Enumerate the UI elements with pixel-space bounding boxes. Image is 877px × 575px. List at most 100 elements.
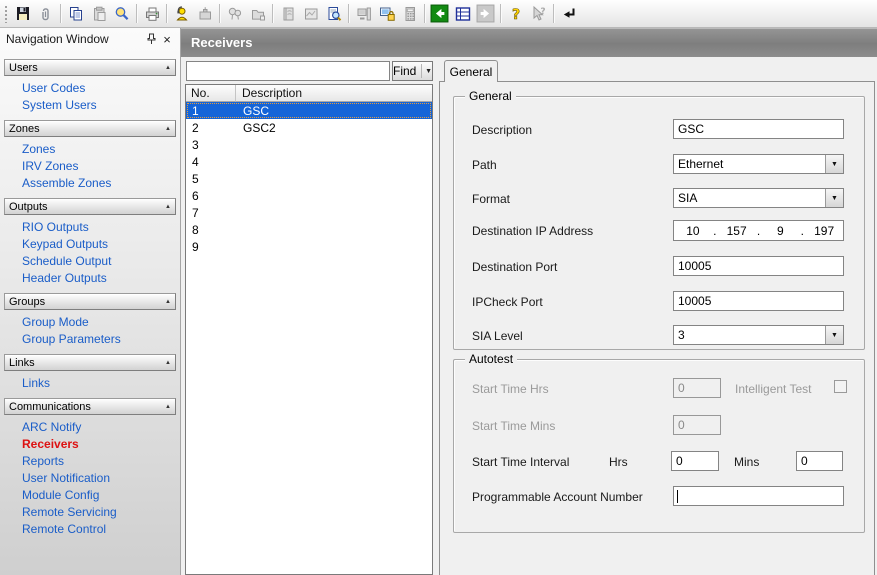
nav-section-header-links[interactable]: Links ▲ (4, 354, 176, 371)
receivers-list: No. Description 1GSC 2GSC2 3 4 5 6 7 8 9 (185, 84, 433, 575)
table-row[interactable]: 8 (186, 221, 432, 238)
destination-port-label: Destination Port (472, 260, 557, 274)
general-tab-panel: General Description Path Ethernet ▼ Form… (439, 81, 875, 575)
sidebar-item-links[interactable]: Links (22, 375, 176, 392)
attach-icon[interactable] (34, 2, 57, 25)
connect-secure-icon[interactable] (375, 2, 398, 25)
chevron-down-icon: ▼ (425, 68, 432, 75)
autotest-groupbox: Autotest Start Time Hrs Intelligent Test… (453, 359, 865, 533)
start-time-mins-field (673, 415, 721, 435)
toolbar-separator (136, 4, 137, 23)
pin-icon[interactable] (143, 32, 159, 47)
nav-section-links: Links ▲ Links (4, 354, 176, 398)
chevron-down-icon: ▼ (825, 189, 843, 207)
destination-ip-field[interactable]: 10. 157. 9. 197 (673, 220, 844, 241)
toolbar-grip[interactable] (4, 5, 8, 23)
sidebar-item-zones[interactable]: Zones (22, 141, 176, 158)
sidebar-item-module-config[interactable]: Module Config (22, 487, 176, 504)
sidebar-item-user-codes[interactable]: User Codes (22, 80, 176, 97)
format-dropdown[interactable]: SIA ▼ (673, 188, 844, 208)
toolbar-separator (500, 4, 501, 23)
svg-text:?: ? (540, 7, 545, 17)
close-icon[interactable]: × (159, 32, 175, 47)
autotest-groupbox-legend: Autotest (465, 352, 517, 366)
ipcheck-port-field[interactable] (673, 291, 844, 311)
table-row[interactable]: 7 (186, 204, 432, 221)
navigation-sections: Users ▲ User Codes System Users Zones ▲ … (0, 49, 180, 544)
intelligent-test-checkbox (834, 380, 847, 393)
sidebar-item-irv-zones[interactable]: IRV Zones (22, 158, 176, 175)
table-row[interactable]: 6 (186, 187, 432, 204)
navigation-window-title: Navigation Window (6, 32, 143, 46)
table-row[interactable]: 3 (186, 136, 432, 153)
nav-section-communications: Communications ▲ ARC Notify Receivers Re… (4, 398, 176, 544)
save-icon[interactable] (11, 2, 34, 25)
sidebar-item-assemble-zones[interactable]: Assemble Zones (22, 175, 176, 192)
interval-mins-field[interactable] (796, 451, 843, 471)
navigation-window-header: Navigation Window × (0, 28, 180, 49)
destination-port-field[interactable] (673, 256, 844, 276)
programmable-account-number-field[interactable] (673, 486, 844, 506)
sidebar-item-rio-outputs[interactable]: RIO Outputs (22, 219, 176, 236)
toolbar-separator (424, 4, 425, 23)
diagnostics-icon (299, 2, 322, 25)
table-row[interactable]: 1GSC (186, 102, 432, 119)
sidebar-item-header-outputs[interactable]: Header Outputs (22, 270, 176, 287)
start-time-hrs-field (673, 378, 721, 398)
path-dropdown[interactable]: Ethernet ▼ (673, 154, 844, 174)
help-icon[interactable]: ? (504, 2, 527, 25)
sidebar-item-reports[interactable]: Reports (22, 453, 176, 470)
text-caret (677, 490, 678, 503)
panel-computer-icon (352, 2, 375, 25)
programmable-account-number-label: Programmable Account Number (472, 490, 643, 504)
tab-general[interactable]: General (444, 60, 498, 82)
navigation-window: Navigation Window × Users ▲ User Codes S… (0, 28, 181, 575)
start-time-hrs-label: Start Time Hrs (472, 382, 549, 396)
toolbar-separator (166, 4, 167, 23)
sidebar-item-remote-servicing[interactable]: Remote Servicing (22, 504, 176, 521)
toolbar-separator (272, 4, 273, 23)
details-view-icon[interactable] (451, 2, 474, 25)
nav-section-header-communications[interactable]: Communications ▲ (4, 398, 176, 415)
table-row[interactable]: 5 (186, 170, 432, 187)
sidebar-item-arc-notify[interactable]: ARC Notify (22, 419, 176, 436)
nav-section-header-groups[interactable]: Groups ▲ (4, 293, 176, 310)
sidebar-item-group-parameters[interactable]: Group Parameters (22, 331, 176, 348)
table-row[interactable]: 2GSC2 (186, 119, 432, 136)
operator-icon[interactable] (170, 2, 193, 25)
table-row[interactable]: 4 (186, 153, 432, 170)
sia-level-dropdown[interactable]: 3 ▼ (673, 325, 844, 345)
log-book-icon (276, 2, 299, 25)
nav-section-header-users[interactable]: Users ▲ (4, 59, 176, 76)
main-toolbar: ? ? (0, 0, 877, 28)
nav-section-header-outputs[interactable]: Outputs ▲ (4, 198, 176, 215)
sidebar-item-receivers[interactable]: Receivers (22, 436, 176, 453)
copy-icon[interactable] (64, 2, 87, 25)
sidebar-item-keypad-outputs[interactable]: Keypad Outputs (22, 236, 176, 253)
description-field[interactable] (673, 119, 844, 139)
find-button[interactable]: Find ▼ (392, 61, 433, 81)
table-row[interactable]: 9 (186, 238, 432, 255)
find-input[interactable] (186, 61, 390, 81)
nav-section-header-zones[interactable]: Zones ▲ (4, 120, 176, 137)
sidebar-item-user-notification[interactable]: User Notification (22, 470, 176, 487)
interval-hrs-field[interactable] (671, 451, 719, 471)
general-groupbox-legend: General (465, 89, 516, 103)
svg-text:?: ? (511, 7, 519, 23)
print-icon[interactable] (140, 2, 163, 25)
search-document-icon[interactable] (322, 2, 345, 25)
return-icon[interactable] (557, 2, 580, 25)
back-icon[interactable] (428, 2, 451, 25)
forward-icon (474, 2, 497, 25)
ipcheck-port-label: IPCheck Port (472, 295, 543, 309)
sidebar-item-schedule-output[interactable]: Schedule Output (22, 253, 176, 270)
zoom-icon[interactable] (110, 2, 133, 25)
column-header-no[interactable]: No. (186, 85, 236, 102)
sidebar-item-system-users[interactable]: System Users (22, 97, 176, 114)
nav-section-outputs: Outputs ▲ RIO Outputs Keypad Outputs Sch… (4, 198, 176, 293)
paste-icon (87, 2, 110, 25)
sidebar-item-remote-control[interactable]: Remote Control (22, 521, 176, 538)
chevron-down-icon: ▼ (825, 155, 843, 173)
sidebar-item-group-mode[interactable]: Group Mode (22, 314, 176, 331)
column-header-description[interactable]: Description (236, 85, 432, 102)
